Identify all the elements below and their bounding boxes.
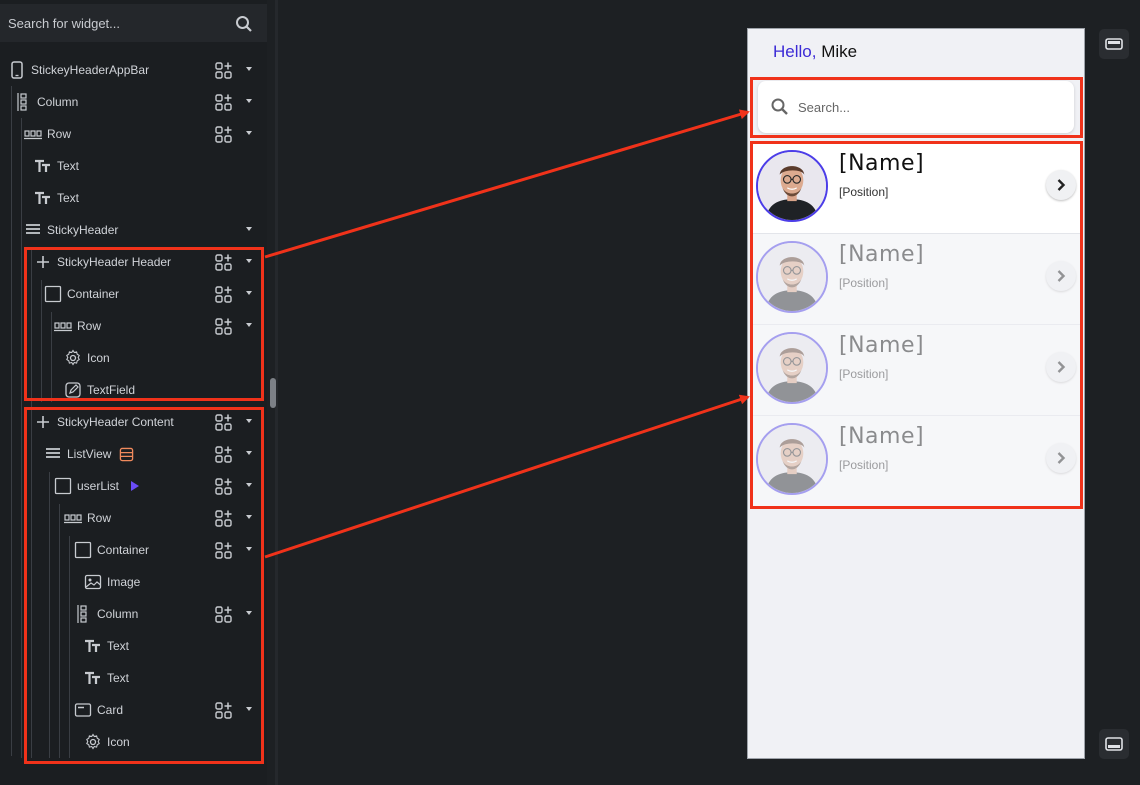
column-icon <box>14 93 32 111</box>
tree-guide-line <box>11 86 12 756</box>
tree-node-text[interactable]: Text <box>0 150 267 182</box>
widget-search-bar <box>0 4 267 42</box>
text-icon <box>34 157 52 175</box>
tree-node-label: Row <box>47 127 72 141</box>
phone-icon <box>8 61 26 79</box>
list-icon <box>24 221 42 239</box>
tree-guide-line <box>21 118 22 758</box>
greeting-hello-text: Hello, <box>773 42 817 61</box>
toggle-bottom-bar-button[interactable] <box>1099 729 1129 759</box>
tree-node-label: Text <box>57 191 80 205</box>
row-icon <box>24 125 42 143</box>
tree-node-label: StickeyHeaderAppBar <box>31 63 150 77</box>
tree-node-label: StickyHeader <box>47 223 119 237</box>
search-highlight-box <box>750 77 1083 138</box>
tree-node-text[interactable]: Text <box>0 182 267 214</box>
content-highlight-box <box>24 407 264 764</box>
tree-scrollbar-thumb[interactable] <box>270 378 276 408</box>
list-highlight-box <box>750 141 1083 509</box>
text-icon <box>34 189 52 207</box>
arrow-header-to-search <box>264 109 750 259</box>
toggle-appbar-button[interactable] <box>1099 29 1129 59</box>
tree-node-stickeyheaderappbar[interactable]: StickeyHeaderAppBar <box>0 54 267 86</box>
expand-caret-icon[interactable] <box>246 99 252 103</box>
add-widget-icon[interactable] <box>214 93 234 113</box>
search-icon[interactable] <box>235 15 253 33</box>
tree-node-label: Column <box>37 95 79 109</box>
greeting: Hello, Mike <box>773 42 857 62</box>
appbar-icon <box>1105 38 1123 50</box>
tree-node-stickyheader[interactable]: StickyHeader <box>0 214 267 246</box>
add-widget-icon[interactable] <box>214 61 234 81</box>
header-highlight-box <box>24 247 264 401</box>
tree-node-row[interactable]: Row <box>0 118 267 150</box>
arrow-content-to-list <box>264 394 750 559</box>
expand-caret-icon[interactable] <box>246 227 252 231</box>
widget-search-input[interactable] <box>0 4 228 42</box>
tree-node-label: Text <box>57 159 80 173</box>
add-widget-icon[interactable] <box>214 125 234 145</box>
tree-node-column[interactable]: Column <box>0 86 267 118</box>
bottom-bar-icon <box>1105 737 1123 751</box>
greeting-user-name: Mike <box>821 42 858 61</box>
expand-caret-icon[interactable] <box>246 67 252 71</box>
expand-caret-icon[interactable] <box>246 131 252 135</box>
